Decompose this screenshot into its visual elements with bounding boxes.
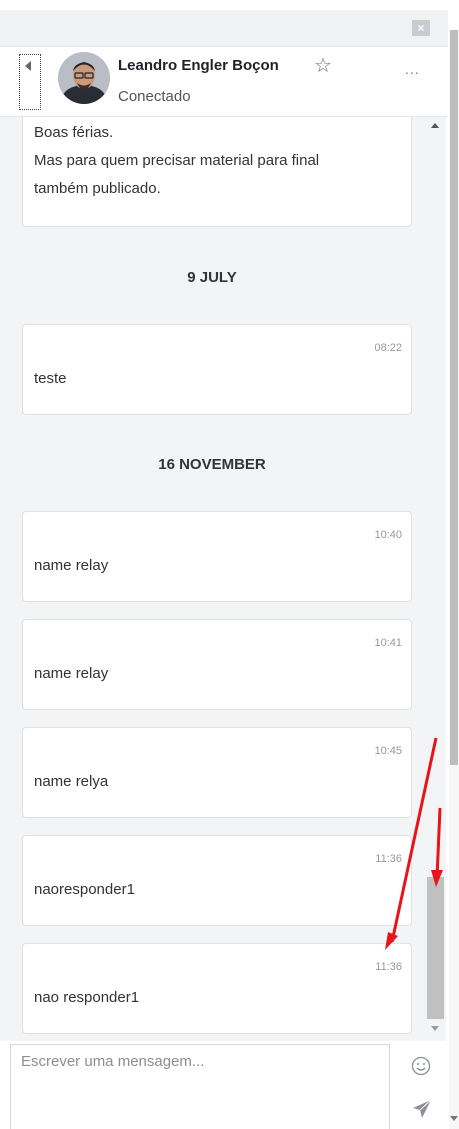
avatar bbox=[58, 52, 110, 104]
message-text: name relya bbox=[34, 773, 109, 790]
message-line: também publicado. bbox=[34, 180, 161, 197]
more-options-button[interactable]: ... bbox=[405, 61, 420, 77]
message-bubble: 10:41 name relay bbox=[22, 619, 412, 710]
scroll-up-icon[interactable] bbox=[431, 123, 439, 128]
message-time: 10:41 bbox=[374, 637, 402, 649]
message-text: naoresponder1 bbox=[34, 881, 135, 898]
contact-name: Leandro Engler Boçon bbox=[118, 57, 279, 74]
message-text: name relay bbox=[34, 557, 109, 574]
message-time: 10:40 bbox=[374, 529, 402, 541]
message-composer bbox=[0, 1042, 448, 1129]
message-list-scrollbar[interactable] bbox=[424, 117, 446, 1041]
message-text: teste bbox=[34, 370, 67, 387]
favourite-star-icon[interactable]: ☆ bbox=[314, 53, 332, 78]
message-text: nao responder1 bbox=[34, 989, 140, 1006]
close-icon[interactable]: × bbox=[412, 20, 430, 36]
message-line: Mas para quem precisar material para fin… bbox=[34, 152, 320, 169]
message-bubble: 08:22 teste bbox=[22, 324, 412, 415]
message-bubble: 11:36 nao responder1 bbox=[22, 943, 412, 1034]
message-bubble: 10:40 name relay bbox=[22, 511, 412, 602]
message-time: 10:45 bbox=[374, 745, 402, 757]
scroll-down-icon[interactable] bbox=[431, 1026, 439, 1031]
send-icon[interactable] bbox=[411, 1098, 433, 1120]
message-time: 11:36 bbox=[375, 961, 402, 973]
message-text: name relay bbox=[34, 665, 109, 682]
scrollbar-thumb[interactable] bbox=[427, 877, 444, 1019]
message-input[interactable] bbox=[10, 1044, 390, 1129]
message-list: Boas férias. Mas para quem precisar mate… bbox=[0, 117, 424, 1041]
message-bubble: Boas férias. Mas para quem precisar mate… bbox=[22, 117, 412, 227]
date-separator: 9 JULY bbox=[187, 269, 237, 286]
message-bubble: 10:45 name relya bbox=[22, 727, 412, 818]
page-scrollbar-thumb[interactable] bbox=[450, 30, 458, 765]
message-line: Boas férias. bbox=[34, 124, 114, 141]
message-bubble: 11:36 naoresponder1 bbox=[22, 835, 412, 926]
message-time: 11:36 bbox=[375, 853, 402, 865]
page-scroll-down-icon[interactable] bbox=[450, 1116, 458, 1121]
conversation-header: Leandro Engler Boçon ☆ Conectado ... bbox=[0, 47, 448, 117]
contact-status: Conectado bbox=[118, 88, 191, 105]
date-separator: 16 NOVEMBER bbox=[158, 456, 266, 473]
back-button[interactable] bbox=[19, 54, 41, 110]
message-time: 08:22 bbox=[374, 342, 402, 354]
page-scrollbar[interactable] bbox=[449, 30, 459, 1129]
back-arrow-icon bbox=[25, 61, 31, 71]
emoji-icon[interactable] bbox=[411, 1056, 431, 1076]
window-topbar: × bbox=[0, 10, 448, 47]
